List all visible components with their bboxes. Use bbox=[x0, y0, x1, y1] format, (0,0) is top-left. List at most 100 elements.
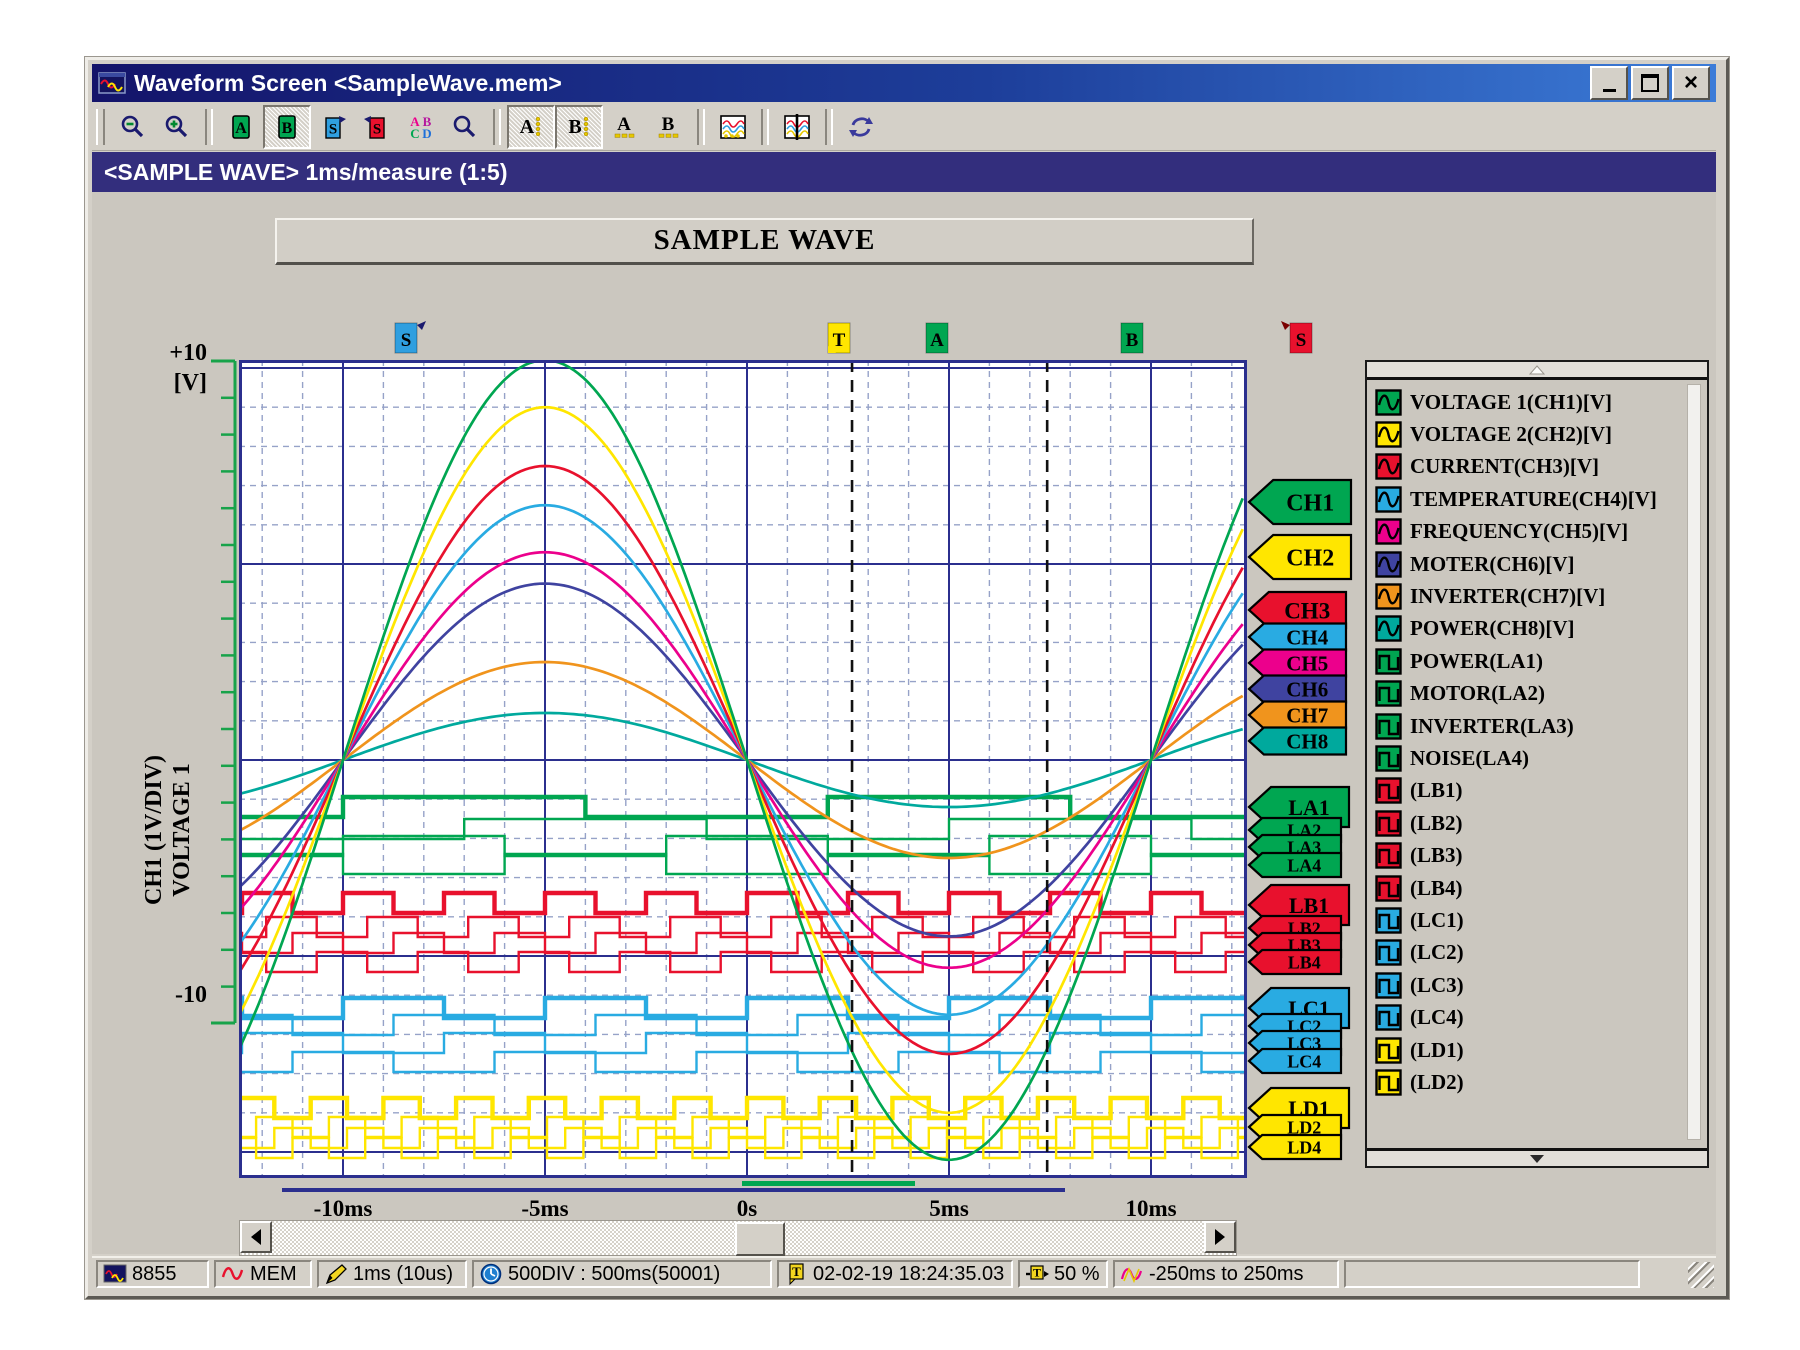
channel-tag-ld4[interactable]: LD4 bbox=[1249, 1135, 1341, 1159]
scroll-right-button[interactable] bbox=[1204, 1221, 1236, 1253]
marker-a[interactable]: A bbox=[926, 323, 948, 353]
title-bar: Waveform Screen <SampleWave.mem> × bbox=[92, 64, 1716, 102]
legend-scroll-up[interactable] bbox=[1367, 362, 1707, 377]
channel-tag-ch2[interactable]: CH2 bbox=[1249, 535, 1351, 579]
channel-tag-ch4[interactable]: CH4 bbox=[1249, 624, 1346, 651]
b-line-cursor-icon: B bbox=[565, 114, 593, 140]
minimize-button[interactable] bbox=[1590, 66, 1628, 100]
legend-item-noise-la4[interactable]: NOISE(LA4) bbox=[1375, 742, 1681, 774]
legend-item-ld2[interactable]: (LD2) bbox=[1375, 1066, 1681, 1098]
b-horizontal-cursor-button[interactable]: B bbox=[647, 107, 691, 147]
legend-item-power-la1[interactable]: POWER(LA1) bbox=[1375, 645, 1681, 677]
svg-text:LB4: LB4 bbox=[1288, 952, 1321, 972]
legend-item-lc1[interactable]: (LC1) bbox=[1375, 904, 1681, 936]
resize-grip[interactable] bbox=[1688, 1262, 1714, 1288]
svg-text:B: B bbox=[662, 114, 675, 135]
b-line-cursor-button[interactable]: B bbox=[555, 105, 603, 149]
legend-item-lb2[interactable]: (LB2) bbox=[1375, 807, 1681, 839]
sine-channel-icon bbox=[1375, 453, 1402, 480]
marker-t[interactable]: T bbox=[828, 323, 850, 353]
horizontal-scrollbar[interactable] bbox=[239, 1220, 1237, 1256]
status-segment-02-02-19-18-24-35-03: T02-02-19 18:24:35.03 bbox=[777, 1260, 1013, 1288]
legend-item-lc3[interactable]: (LC3) bbox=[1375, 969, 1681, 1001]
legend-item-lc2[interactable]: (LC2) bbox=[1375, 937, 1681, 969]
search-button[interactable] bbox=[443, 107, 487, 147]
zoom-out-button[interactable] bbox=[111, 107, 155, 147]
zoom-in-button[interactable] bbox=[155, 107, 199, 147]
channel-tag-ch6[interactable]: CH6 bbox=[1249, 676, 1346, 703]
legend-item-inverter-la3[interactable]: INVERTER(LA3) bbox=[1375, 710, 1681, 742]
legend-label: (LC3) bbox=[1410, 973, 1464, 998]
toolbar-separator bbox=[493, 109, 501, 145]
legend-item-power-ch8-v[interactable]: POWER(CH8)[V] bbox=[1375, 613, 1681, 645]
a-horizontal-cursor-button[interactable]: A bbox=[603, 107, 647, 147]
waveform-overlay-view-button[interactable] bbox=[711, 107, 755, 147]
legend-item-current-ch3-v[interactable]: CURRENT(CH3)[V] bbox=[1375, 451, 1681, 483]
app-icon bbox=[98, 71, 126, 95]
legend-label: TEMPERATURE(CH4)[V] bbox=[1410, 487, 1657, 512]
svg-text:T: T bbox=[1033, 1266, 1041, 1280]
svg-text:D: D bbox=[422, 126, 431, 140]
marker-b[interactable]: B bbox=[1121, 323, 1143, 353]
start-marker-button[interactable]: S bbox=[311, 107, 355, 147]
channel-tag-lc4[interactable]: LC4 bbox=[1249, 1049, 1341, 1073]
search-icon bbox=[451, 114, 479, 140]
stop-marker-button[interactable]: S bbox=[355, 107, 399, 147]
legend-label: MOTER(CH6)[V] bbox=[1410, 552, 1574, 577]
channel-tag-ch1[interactable]: CH1 bbox=[1249, 480, 1351, 524]
sine-channel-icon bbox=[1375, 518, 1402, 545]
zoom-in-icon bbox=[163, 114, 191, 140]
close-button[interactable]: × bbox=[1672, 66, 1710, 100]
marker-s[interactable]: S bbox=[395, 321, 426, 353]
svg-text:CH5: CH5 bbox=[1286, 652, 1328, 676]
legend-scroll-down[interactable] bbox=[1367, 1151, 1707, 1166]
legend-item-frequency-ch5-v[interactable]: FREQUENCY(CH5)[V] bbox=[1375, 516, 1681, 548]
refresh-button[interactable] bbox=[839, 107, 883, 147]
waveform-split-view-icon bbox=[783, 114, 811, 140]
scrollbar-thumb[interactable] bbox=[735, 1222, 785, 1256]
svg-text:A: A bbox=[235, 120, 247, 137]
cursor-b-button[interactable]: B bbox=[263, 105, 311, 149]
abcd-cursors-button[interactable]: ABCD bbox=[399, 107, 443, 147]
channel-tag-ch7[interactable]: CH7 bbox=[1249, 702, 1346, 729]
status-text: -250ms to 250ms bbox=[1149, 1263, 1304, 1286]
legend-item-lb3[interactable]: (LB3) bbox=[1375, 839, 1681, 871]
toolbar-separator bbox=[697, 109, 705, 145]
legend-item-lb4[interactable]: (LB4) bbox=[1375, 872, 1681, 904]
scroll-left-button[interactable] bbox=[240, 1221, 272, 1253]
toolbar-separator bbox=[761, 109, 769, 145]
pulse-channel-icon bbox=[1375, 713, 1402, 740]
legend-item-ld1[interactable]: (LD1) bbox=[1375, 1034, 1681, 1066]
cursor-a-icon: A bbox=[227, 114, 255, 140]
channel-tag-ch8[interactable]: CH8 bbox=[1249, 728, 1346, 755]
channel-tag-lb4[interactable]: LB4 bbox=[1249, 950, 1341, 974]
legend-item-voltage-1-ch1-v[interactable]: VOLTAGE 1(CH1)[V] bbox=[1375, 386, 1681, 418]
marker-s[interactable]: S bbox=[1281, 321, 1312, 353]
legend-label: VOLTAGE 1(CH1)[V] bbox=[1410, 390, 1612, 415]
a-line-cursor-button[interactable]: A bbox=[507, 105, 555, 149]
channel-tag-la4[interactable]: LA4 bbox=[1249, 853, 1341, 877]
maximize-button[interactable] bbox=[1631, 66, 1669, 100]
status-tflag-icon: T bbox=[784, 1262, 808, 1286]
legend-item-lc4[interactable]: (LC4) bbox=[1375, 1001, 1681, 1033]
cursor-a-button[interactable]: A bbox=[219, 107, 263, 147]
pulse-channel-icon bbox=[1375, 939, 1402, 966]
legend-label: NOISE(LA4) bbox=[1410, 746, 1529, 771]
legend-item-lb1[interactable]: (LB1) bbox=[1375, 775, 1681, 807]
legend-scrollbar-track[interactable] bbox=[1687, 384, 1701, 1140]
channel-tag-ch5[interactable]: CH5 bbox=[1249, 650, 1346, 677]
legend-item-moter-ch6-v[interactable]: MOTER(CH6)[V] bbox=[1375, 548, 1681, 580]
legend-item-motor-la2[interactable]: MOTOR(LA2) bbox=[1375, 678, 1681, 710]
legend-item-inverter-ch7-v[interactable]: INVERTER(CH7)[V] bbox=[1375, 580, 1681, 612]
svg-text:T: T bbox=[833, 330, 846, 351]
toolbar-handle[interactable] bbox=[96, 109, 105, 145]
toolbar: ABSSABCDABAB bbox=[92, 104, 1716, 151]
legend-item-temperature-ch4-v[interactable]: TEMPERATURE(CH4)[V] bbox=[1375, 483, 1681, 515]
status-segment-8855: 8855 bbox=[96, 1260, 209, 1288]
legend-divider-top bbox=[1367, 377, 1707, 380]
svg-text:CH6: CH6 bbox=[1286, 678, 1328, 702]
legend-label: INVERTER(CH7)[V] bbox=[1410, 584, 1605, 609]
waveform-split-view-button[interactable] bbox=[775, 107, 819, 147]
legend-item-voltage-2-ch2-v[interactable]: VOLTAGE 2(CH2)[V] bbox=[1375, 418, 1681, 450]
y-axis-title: CH1 (1V/DIV) VOLTAGE 1 bbox=[140, 675, 200, 985]
